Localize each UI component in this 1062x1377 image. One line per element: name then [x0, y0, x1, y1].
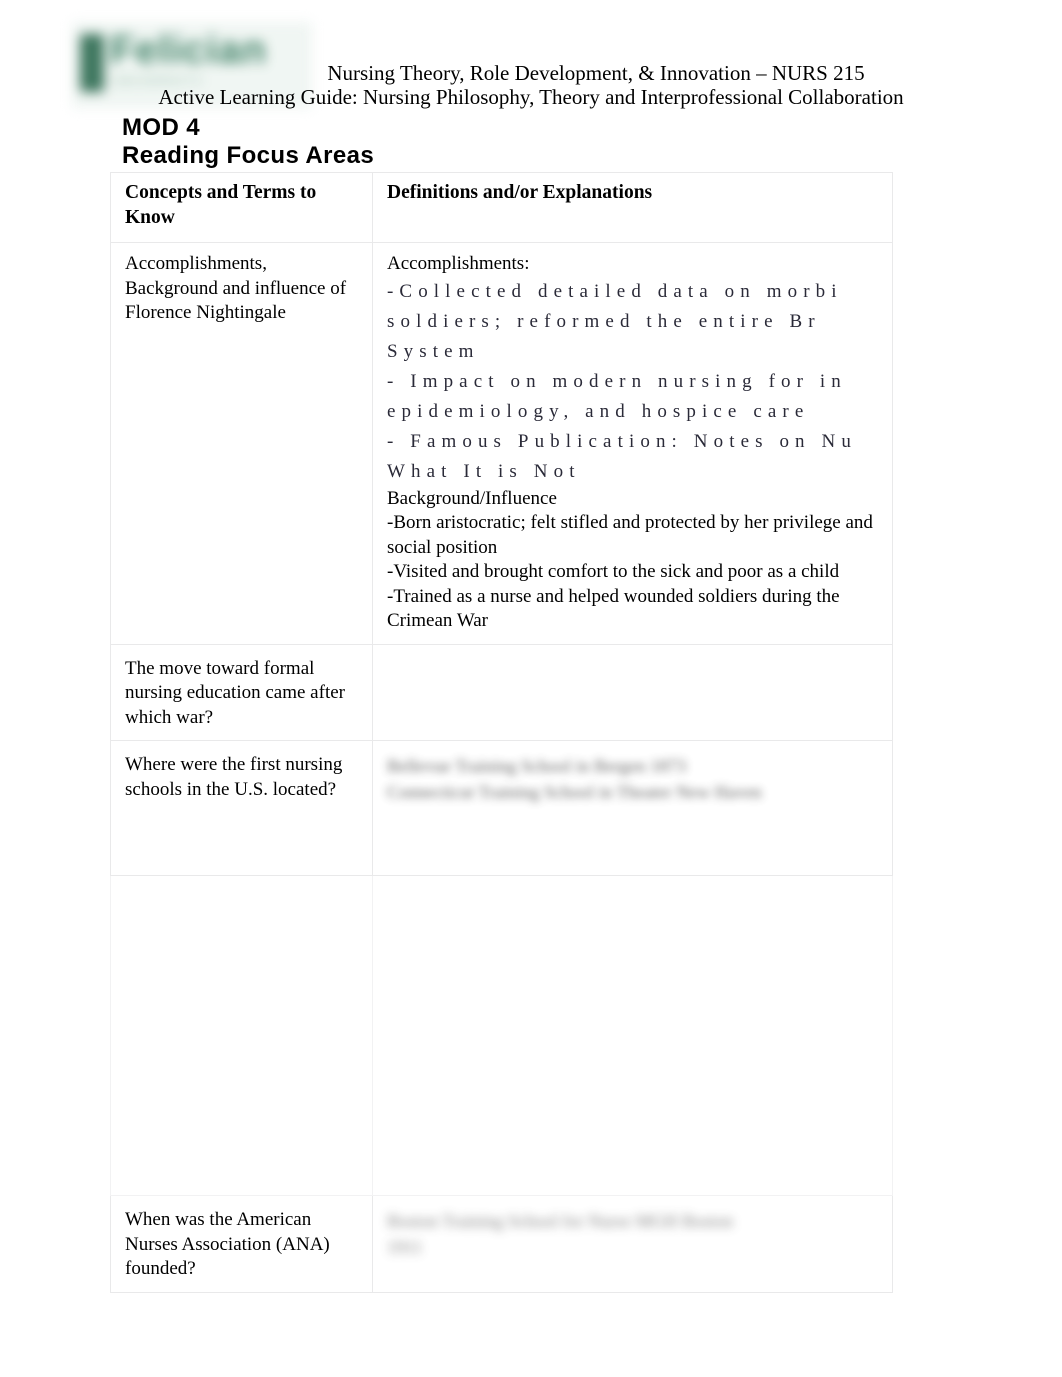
page-header: Felician UNIVERSITY Nursing Theory, Role…	[0, 0, 1062, 112]
stretched-line: What It is Not	[387, 460, 581, 482]
reading-focus-areas-table: Concepts and Terms to Know Definitions a…	[110, 172, 893, 1293]
stretched-line: - Impact on modern nursing for in	[387, 370, 847, 392]
table-header-row: Concepts and Terms to Know Definitions a…	[110, 172, 893, 243]
guide-title-line: Active Learning Guide: Nursing Philosoph…	[158, 85, 904, 109]
answer-line: -Trained as a nurse and helped wounded s…	[387, 585, 840, 632]
answer-spacer	[387, 805, 880, 865]
table-row: When was the American Nurses Association…	[110, 1195, 893, 1293]
answer-line: -Visited and brought comfort to the sick…	[387, 561, 840, 582]
empty-answer-area	[387, 657, 880, 717]
definition-cell: Bellevue Training School in Bergen 1873 …	[372, 740, 893, 876]
faint-empty-cell	[125, 885, 360, 1185]
definition-cell: Boston Training School for Nurse MGH Bos…	[372, 1195, 893, 1293]
stretched-line: - Famous Publication: Notes on Nu	[387, 430, 857, 452]
stretched-line: -Collected detailed data on morbi	[387, 280, 843, 302]
concept-cell: The move toward formal nursing education…	[110, 643, 373, 741]
stretched-line: soldiers; reformed the entire Br	[387, 310, 821, 332]
stretched-line: epidemiology, and hospice care	[387, 400, 810, 422]
table-row	[110, 875, 893, 1196]
blurred-answer-line: 1911	[387, 1237, 423, 1257]
table-row: Accomplishments, Background and influenc…	[110, 242, 893, 645]
definition-cell	[372, 875, 893, 1196]
blurred-answer-line: Boston Training School for Nurse MGH Bos…	[387, 1211, 734, 1231]
concept-cell: Accomplishments, Background and influenc…	[110, 242, 373, 645]
definition-cell	[372, 643, 893, 741]
blurred-answer-line: Bellevue Training School in Bergen 1873	[387, 756, 687, 776]
faint-empty-cell	[387, 885, 880, 1185]
concept-cell: When was the American Nurses Association…	[110, 1195, 373, 1293]
stretched-line: System	[387, 340, 480, 362]
course-title-line: Nursing Theory, Role Development, & Inno…	[327, 61, 865, 85]
blurred-answer-line: Connecticut Training School in Theater N…	[387, 782, 762, 802]
answer-subheading: Background/Influence	[387, 487, 557, 509]
concept-cell	[110, 875, 373, 1196]
document-page: Felician UNIVERSITY Nursing Theory, Role…	[0, 0, 1062, 1377]
concept-cell: Where were the first nursing schools in …	[110, 740, 373, 876]
table-row: The move toward formal nursing education…	[110, 643, 893, 741]
answer-line: -Born aristocratic; felt stifled and pro…	[387, 512, 873, 558]
answer-heading: Accomplishments:	[387, 253, 530, 274]
column-header-definitions: Definitions and/or Explanations	[372, 172, 893, 243]
table-row: Where were the first nursing schools in …	[110, 740, 893, 876]
page-title: Reading Focus Areas	[122, 142, 375, 169]
column-header-concepts: Concepts and Terms to Know	[110, 172, 373, 243]
definition-cell: Accomplishments: -Collected detailed dat…	[372, 242, 893, 645]
module-title: MOD 4	[122, 114, 201, 141]
